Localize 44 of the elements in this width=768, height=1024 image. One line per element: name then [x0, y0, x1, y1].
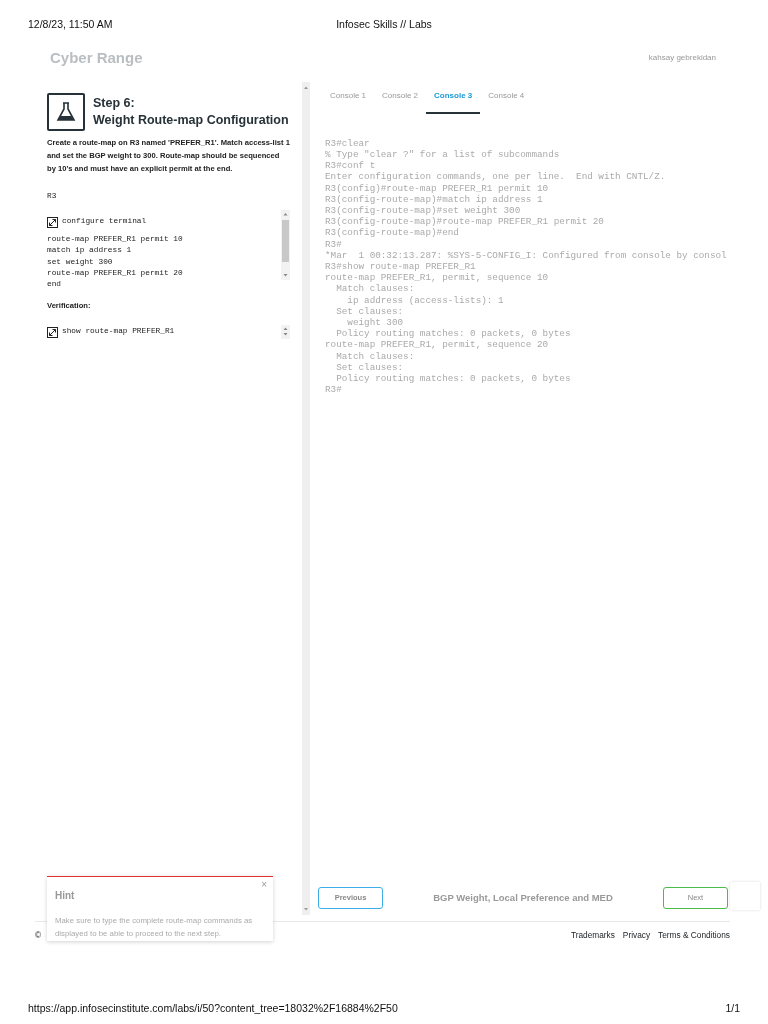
flask-icon: [47, 92, 85, 131]
console-line: *Mar 1 00:32:13.287: %SYS-5-CONFIG_I: Configured from console by consol: [325, 249, 728, 261]
console-line: Match clauses:: [335, 350, 416, 362]
console-line: R3#show route-map PREFER_R1: [325, 261, 477, 273]
console-line: Set clauses:: [335, 305, 405, 317]
console-line: ip address (access-lists): 1: [346, 294, 505, 306]
console-line: Match clauses:: [335, 283, 416, 295]
console-line: Set clauses:: [335, 361, 405, 373]
console-line: R3#: [325, 384, 343, 396]
console-line: Policy routing matches: 0 packets, 0 bytes: [335, 328, 572, 340]
footer-link[interactable]: Privacy: [622, 928, 651, 942]
console-line: Policy routing matches: 0 packets, 0 bytes: [335, 373, 572, 385]
copyright-text: ©: [35, 928, 42, 942]
console-line: R3(config-route-map)#route-map PREFER_R1 permit 20: [325, 216, 605, 228]
console-line: route-map PREFER_R1, permit, sequence 10: [325, 272, 550, 284]
step-title: Weight Route-map Configuration: [93, 111, 289, 129]
console-line: R3#conf t: [325, 160, 377, 172]
console-line: % Type "clear ?" for a list of subcommands: [325, 148, 561, 161]
print-url: https://app.infosecinstitute.com/labs/i/50?content_tree=18032%2F16884%2F50: [28, 1001, 398, 1017]
console-line: route-map PREFER_R1, permit, sequence 20: [325, 339, 550, 351]
console-line: R3(config)#route-map PREFER_R1 permit 10: [325, 182, 550, 194]
console-tab[interactable]: Console 1: [322, 81, 375, 114]
console-line: Enter configuration commands, one per line. End with CNTL/Z.: [325, 171, 667, 183]
console-line: weight 300: [346, 317, 405, 329]
console-tab[interactable]: Console 2: [374, 81, 427, 114]
console-line: R3#: [325, 238, 343, 250]
print-title: Infosec Skills // Labs: [336, 17, 432, 32]
user-name[interactable]: kahsay gebrekidan: [648, 51, 716, 64]
close-button[interactable]: ×: [259, 877, 269, 892]
console-line: R3(config-route-map)#set weight 300: [325, 204, 522, 217]
console-line: R3(config-route-map)#match ip address 1: [325, 193, 544, 205]
page-number: 1/1: [725, 1001, 740, 1017]
footer-link[interactable]: Terms & Conditions: [658, 928, 730, 942]
console-line: R3(config-route-map)#end: [325, 227, 460, 239]
hint-title: Hint: [55, 889, 75, 903]
console-tab[interactable]: Console 4: [480, 81, 533, 114]
console-line: R3#clear: [325, 137, 371, 149]
step-number: Step 6:: [93, 94, 136, 112]
print-date: 12/8/23, 11:50 AM: [28, 17, 114, 32]
logo-text[interactable]: Cyber Range: [50, 46, 143, 69]
scrollbar[interactable]: [302, 81, 310, 915]
footer-link[interactable]: Trademarks: [570, 928, 615, 942]
console-tab[interactable]: Console 3: [426, 81, 481, 114]
lab-title: BGP Weight, Local Preference and MED: [433, 890, 613, 905]
